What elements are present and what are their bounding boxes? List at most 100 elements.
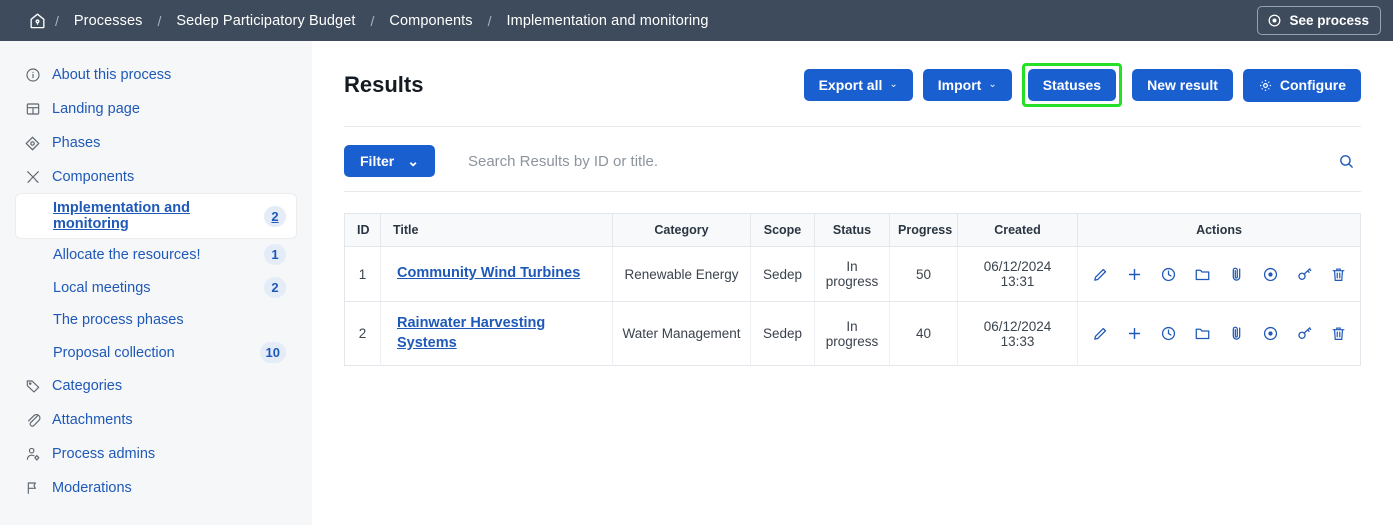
sidebar-item-local-meetings[interactable]: Local meetings 2 — [16, 271, 296, 304]
sidebar-subitem-count: 2 — [264, 277, 286, 298]
sidebar-subitem-count: 2 — [264, 206, 286, 227]
home-icon[interactable] — [24, 11, 51, 30]
attachment-paperclip-icon[interactable] — [1226, 264, 1246, 284]
folder-icon[interactable] — [1192, 324, 1212, 344]
result-title-link[interactable]: Rainwater Harvesting Systems — [397, 315, 545, 351]
breadcrumb-item-implementation-and-monitoring[interactable]: Implementation and monitoring — [496, 13, 720, 29]
cell-actions — [1078, 247, 1361, 302]
sidebar-item-label: Landing page — [52, 101, 288, 117]
table-header-row: ID Title Category Scope Status Progress … — [345, 214, 1361, 247]
row-actions — [1084, 324, 1354, 344]
sidebar-item-implementation-and-monitoring[interactable]: Implementation and monitoring 2 — [16, 194, 296, 238]
sidebar-item-components[interactable]: Components — [16, 160, 296, 194]
column-header-scope: Scope — [751, 214, 815, 247]
sidebar-item-moderations[interactable]: Moderations — [16, 471, 296, 505]
column-header-title: Title — [381, 214, 613, 247]
sidebar-subitem-label: The process phases — [53, 312, 286, 328]
sidebar-item-phases[interactable]: Phases — [16, 126, 296, 160]
table-row: 2 Rainwater Harvesting Systems Water Man… — [345, 302, 1361, 366]
column-header-category: Category — [613, 214, 751, 247]
sidebar-item-landing-page[interactable]: Landing page — [16, 92, 296, 126]
tools-icon — [24, 169, 41, 186]
column-header-status: Status — [815, 214, 890, 247]
edit-icon[interactable] — [1090, 264, 1110, 284]
search-input[interactable] — [468, 153, 1332, 170]
flag-icon — [24, 480, 41, 497]
configure-button[interactable]: Configure — [1243, 69, 1361, 102]
cell-created: 06/12/2024 13:33 — [958, 302, 1078, 366]
chevron-down-icon: ⌄ — [889, 80, 897, 90]
breadcrumb-item-components[interactable]: Components — [378, 13, 483, 29]
configure-label: Configure — [1280, 78, 1346, 92]
search-submit-button[interactable] — [1332, 149, 1361, 174]
export-all-button[interactable]: Export all ⌄ — [804, 69, 913, 101]
sidebar-item-label: Attachments — [52, 412, 288, 428]
cell-title: Community Wind Turbines — [381, 247, 613, 302]
permissions-key-icon[interactable] — [1294, 324, 1314, 344]
search-icon — [1338, 153, 1355, 170]
sidebar-item-the-process-phases[interactable]: The process phases — [16, 304, 296, 336]
delete-trash-icon[interactable] — [1328, 324, 1348, 344]
layout-grid-icon — [24, 101, 41, 118]
main-content: Results Export all ⌄ Import ⌄ Statuses N… — [312, 41, 1393, 525]
new-result-label: New result — [1147, 78, 1218, 92]
preview-target-icon[interactable] — [1260, 264, 1280, 284]
breadcrumb-item-sedep-participatory-budget[interactable]: Sedep Participatory Budget — [165, 13, 366, 29]
cell-category: Water Management — [613, 302, 751, 366]
cell-progress: 50 — [890, 247, 958, 302]
sidebar-item-label: Phases — [52, 135, 288, 151]
cell-id: 2 — [345, 302, 381, 366]
delete-trash-icon[interactable] — [1328, 264, 1348, 284]
cell-status: In progress — [815, 302, 890, 366]
table-header: ID Title Category Scope Status Progress … — [345, 214, 1361, 247]
result-title-link[interactable]: Community Wind Turbines — [397, 265, 580, 281]
filter-button[interactable]: Filter ⌄ — [344, 145, 435, 177]
chevron-down-icon: ⌄ — [407, 154, 419, 168]
sidebar-item-about-this-process[interactable]: About this process — [16, 58, 296, 92]
breadcrumb-bar: / Processes / Sedep Participatory Budget… — [0, 0, 1393, 41]
page-title: Results — [344, 72, 794, 98]
export-all-label: Export all — [819, 78, 883, 92]
cell-status: In progress — [815, 247, 890, 302]
filter-search-row: Filter ⌄ — [344, 127, 1361, 192]
breadcrumb: / Processes / Sedep Participatory Budget… — [24, 11, 1257, 30]
created-date: 06/12/2024 — [984, 259, 1052, 274]
breadcrumb-item-processes[interactable]: Processes — [63, 13, 154, 29]
permissions-key-icon[interactable] — [1294, 264, 1314, 284]
history-clock-icon[interactable] — [1158, 264, 1178, 284]
sidebar-components-list: Implementation and monitoring 2 Allocate… — [16, 194, 296, 369]
sidebar-subitem-label: Allocate the resources! — [53, 247, 256, 263]
sidebar: About this process Landing page Phases — [0, 41, 312, 525]
import-button[interactable]: Import ⌄ — [923, 69, 1012, 101]
paperclip-icon — [24, 412, 41, 429]
table-body: 1 Community Wind Turbines Renewable Ener… — [345, 247, 1361, 366]
sidebar-subitem-label: Proposal collection — [53, 345, 252, 361]
attachment-paperclip-icon[interactable] — [1226, 324, 1246, 344]
folder-icon[interactable] — [1192, 264, 1212, 284]
add-icon[interactable] — [1124, 324, 1144, 344]
see-process-button[interactable]: See process — [1257, 6, 1381, 35]
sidebar-item-label: Components — [52, 169, 288, 185]
gear-icon — [1258, 78, 1273, 93]
cell-id: 1 — [345, 247, 381, 302]
sidebar-item-process-admins[interactable]: Process admins — [16, 437, 296, 471]
sidebar-subitem-count: 10 — [260, 342, 286, 363]
sidebar-item-label: About this process — [52, 67, 288, 83]
sidebar-item-attachments[interactable]: Attachments — [16, 403, 296, 437]
add-icon[interactable] — [1124, 264, 1144, 284]
statuses-highlight-box: Statuses — [1022, 63, 1122, 107]
cell-progress: 40 — [890, 302, 958, 366]
diamond-icon — [24, 135, 41, 152]
history-clock-icon[interactable] — [1158, 324, 1178, 344]
results-table-wrapper: ID Title Category Scope Status Progress … — [344, 192, 1361, 366]
statuses-button[interactable]: Statuses — [1028, 69, 1116, 101]
results-header: Results Export all ⌄ Import ⌄ Statuses N… — [344, 63, 1361, 127]
sidebar-item-allocate-the-resources[interactable]: Allocate the resources! 1 — [16, 238, 296, 271]
new-result-button[interactable]: New result — [1132, 69, 1233, 101]
edit-icon[interactable] — [1090, 324, 1110, 344]
sidebar-item-proposal-collection[interactable]: Proposal collection 10 — [16, 336, 296, 369]
preview-target-icon[interactable] — [1260, 324, 1280, 344]
sidebar-item-categories[interactable]: Categories — [16, 369, 296, 403]
cell-created: 06/12/2024 13:31 — [958, 247, 1078, 302]
breadcrumb-separator-3: / — [484, 13, 496, 29]
